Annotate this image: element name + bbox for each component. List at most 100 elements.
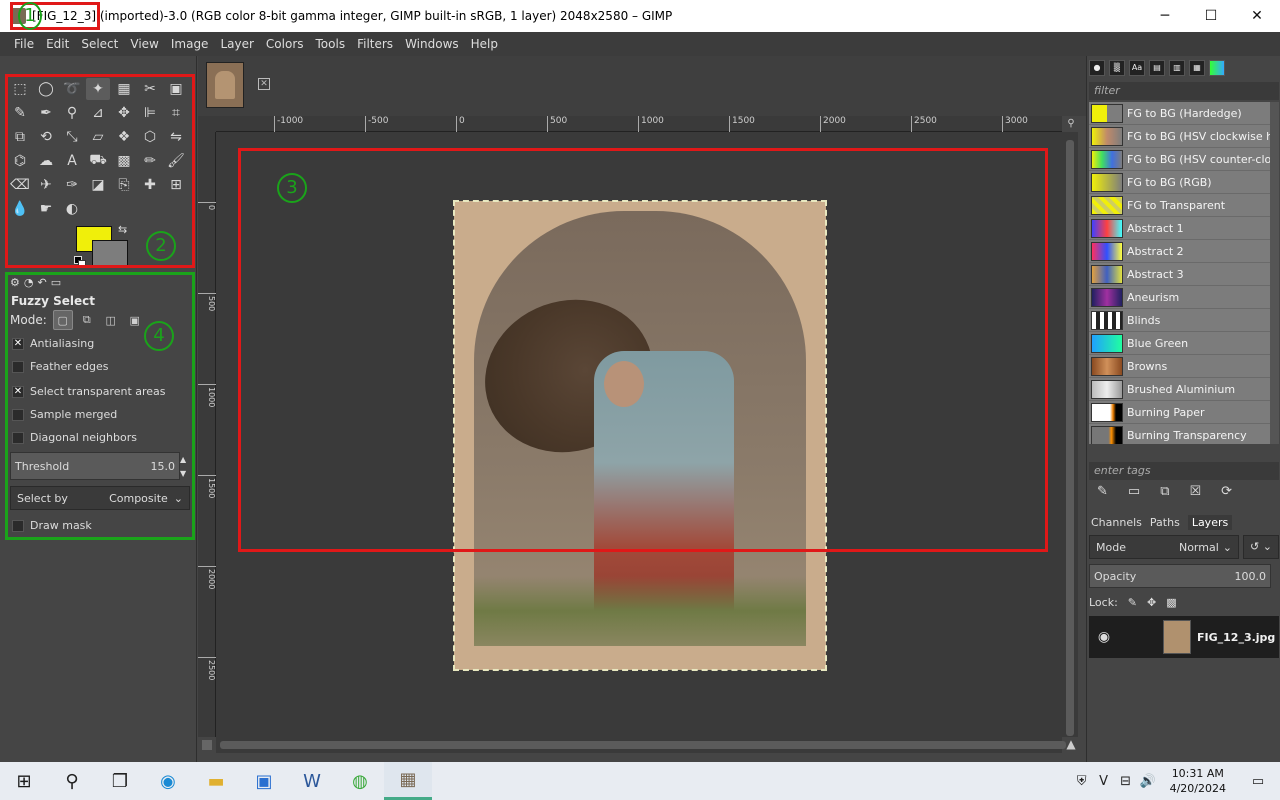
lock-position-icon[interactable]: ✥ <box>1147 596 1156 609</box>
smudge-tool-icon[interactable]: ☛ <box>34 198 58 220</box>
vpn-icon[interactable]: V <box>1096 774 1112 789</box>
ink-icon[interactable]: ✑ <box>60 174 84 196</box>
select-transparent-checkbox[interactable]: ✕ <box>12 385 24 398</box>
minimize-button[interactable]: ─ <box>1142 0 1188 32</box>
mode-intersect-button[interactable]: ▣ <box>125 310 145 330</box>
menu-view[interactable]: View <box>124 37 164 51</box>
gradient-item[interactable]: FG to BG (HSV clockwise hue) <box>1089 125 1270 148</box>
shear-icon[interactable]: ▱ <box>86 126 110 148</box>
gradient-item[interactable]: Blue Green <box>1089 332 1270 355</box>
task-view-icon[interactable]: ❐ <box>96 762 144 800</box>
file-explorer-icon[interactable]: ▬ <box>192 762 240 800</box>
menu-layer[interactable]: Layer <box>214 37 259 51</box>
layer-row[interactable]: ◉ FIG_12_3.jpg <box>1089 616 1279 658</box>
close-tab-icon[interactable]: ✕ <box>258 78 270 90</box>
perspective-icon[interactable]: ⬡ <box>138 126 162 148</box>
cage-icon[interactable]: ⌬ <box>8 150 32 172</box>
feather-edges-row[interactable]: Feather edges <box>12 360 109 373</box>
refresh-gradients-icon[interactable]: ⟳ <box>1221 484 1232 499</box>
gradient-item[interactable]: Burning Paper <box>1089 401 1270 424</box>
menu-edit[interactable]: Edit <box>40 37 75 51</box>
move-icon[interactable]: ✥ <box>112 102 136 124</box>
image-tab-thumbnail[interactable] <box>206 62 244 108</box>
color-picker-icon[interactable]: ✒ <box>34 102 58 124</box>
menu-tools[interactable]: Tools <box>310 37 352 51</box>
scale-icon[interactable]: ⤡ <box>60 126 84 148</box>
flip-icon[interactable]: ⇋ <box>164 126 188 148</box>
vertical-scrollbar[interactable] <box>1062 132 1078 737</box>
blur-icon[interactable]: 💧 <box>8 198 32 220</box>
patterns-tab-icon[interactable]: ▒ <box>1109 60 1125 76</box>
horizontal-ruler[interactable]: -1000 -500 0 500 1000 1500 2000 2500 3000 <box>216 116 1062 132</box>
horizontal-scroll-thumb[interactable] <box>220 741 1066 749</box>
device-status-tab-icon[interactable]: ◔ <box>24 276 34 290</box>
unified-transform-icon[interactable]: ⧉ <box>8 126 32 148</box>
maximize-button[interactable]: ☐ <box>1188 0 1234 32</box>
menu-file[interactable]: File <box>8 37 40 51</box>
draw-mask-row[interactable]: Draw mask <box>12 519 92 532</box>
gradient-item[interactable]: Abstract 1 <box>1089 217 1270 240</box>
vertical-scroll-thumb[interactable] <box>1066 140 1074 736</box>
diagonal-neighbors-row[interactable]: Diagonal neighbors <box>12 431 137 444</box>
gradient-list-scrollbar[interactable] <box>1270 102 1279 444</box>
notifications-icon[interactable]: ▭ <box>1250 774 1266 789</box>
undo-history-tab-icon[interactable]: ↶ <box>37 276 46 290</box>
store-icon[interactable]: ▣ <box>240 762 288 800</box>
text-icon[interactable]: A <box>60 150 84 172</box>
ellipse-select-icon[interactable]: ◯ <box>34 78 58 100</box>
start-button[interactable]: ⊞ <box>0 762 48 800</box>
layer-name[interactable]: FIG_12_3.jpg <box>1197 631 1275 644</box>
ruler-corner[interactable] <box>198 116 216 132</box>
gradient-item[interactable]: Burning Transparency <box>1089 424 1270 444</box>
document-history-tab-icon[interactable]: ▥ <box>1169 60 1185 76</box>
scissors-select-icon[interactable]: ✂ <box>138 78 162 100</box>
gradient-item[interactable]: Blinds <box>1089 309 1270 332</box>
tags-input[interactable]: enter tags <box>1089 462 1279 480</box>
gradients-tab-icon[interactable] <box>1209 60 1225 76</box>
gradient-item[interactable]: FG to BG (HSV counter-clockwise) <box>1089 148 1270 171</box>
greenshot-icon[interactable]: ◍ <box>336 762 384 800</box>
palettes-tab-icon[interactable]: ▤ <box>1149 60 1165 76</box>
gradient-item[interactable]: Browns <box>1089 355 1270 378</box>
mode-subtract-button[interactable]: ◫ <box>101 310 121 330</box>
word-icon[interactable]: W <box>288 762 336 800</box>
reset-colors-icon[interactable] <box>74 256 86 268</box>
lock-alpha-icon[interactable]: ▩ <box>1166 596 1176 609</box>
mode-replace-button[interactable]: ▢ <box>52 310 73 330</box>
menu-colors[interactable]: Colors <box>260 37 310 51</box>
fuzzy-select-icon[interactable]: ✦ <box>86 78 110 100</box>
tab-paths[interactable]: Paths <box>1150 516 1180 529</box>
gradient-item[interactable]: Brushed Aluminium <box>1089 378 1270 401</box>
gimp-taskbar-icon[interactable]: ▦ <box>384 762 432 800</box>
foreground-select-icon[interactable]: ▣ <box>164 78 188 100</box>
search-icon[interactable]: ⚲ <box>48 762 96 800</box>
visibility-eye-icon[interactable]: ◉ <box>1089 629 1119 645</box>
vertical-ruler[interactable]: 0 500 1000 1500 2000 2500 <box>198 132 216 737</box>
dodge-burn-icon[interactable]: ◐ <box>60 198 84 220</box>
paths-icon[interactable]: ✎ <box>8 102 32 124</box>
menu-help[interactable]: Help <box>465 37 504 51</box>
tool-options-tab-icon[interactable]: ⚙ <box>10 276 20 290</box>
align-icon[interactable]: ⊫ <box>138 102 162 124</box>
gradient-item[interactable]: FG to BG (RGB) <box>1089 171 1270 194</box>
delete-gradient-icon[interactable]: ☒ <box>1190 484 1202 499</box>
threshold-slider[interactable]: Threshold 15.0 <box>10 452 180 480</box>
menu-windows[interactable]: Windows <box>399 37 465 51</box>
bucket-fill-icon[interactable]: ⛟ <box>86 150 110 172</box>
antialiasing-row[interactable]: ✕ Antialiasing <box>12 337 94 350</box>
edit-gradient-icon[interactable]: ✎ <box>1097 484 1108 499</box>
background-color-swatch[interactable] <box>92 240 128 266</box>
photo-image[interactable] <box>453 200 827 671</box>
layer-opacity-slider[interactable]: Opacity 100.0 <box>1089 564 1271 588</box>
tab-channels[interactable]: Channels <box>1091 516 1142 529</box>
pattern-icon[interactable]: ▩ <box>112 150 136 172</box>
menu-image[interactable]: Image <box>165 37 215 51</box>
gradient-item[interactable]: Aneurism <box>1089 286 1270 309</box>
clone-icon[interactable]: ⎘ <box>112 174 136 196</box>
eraser-icon[interactable]: ⌫ <box>8 174 32 196</box>
draw-mask-checkbox[interactable] <box>12 519 24 532</box>
smudge-icon[interactable]: ☁ <box>34 150 58 172</box>
threshold-spinner[interactable]: ▲ ▼ <box>180 452 190 480</box>
close-button[interactable]: ✕ <box>1234 0 1280 32</box>
select-by-color-icon[interactable]: ▦ <box>112 78 136 100</box>
